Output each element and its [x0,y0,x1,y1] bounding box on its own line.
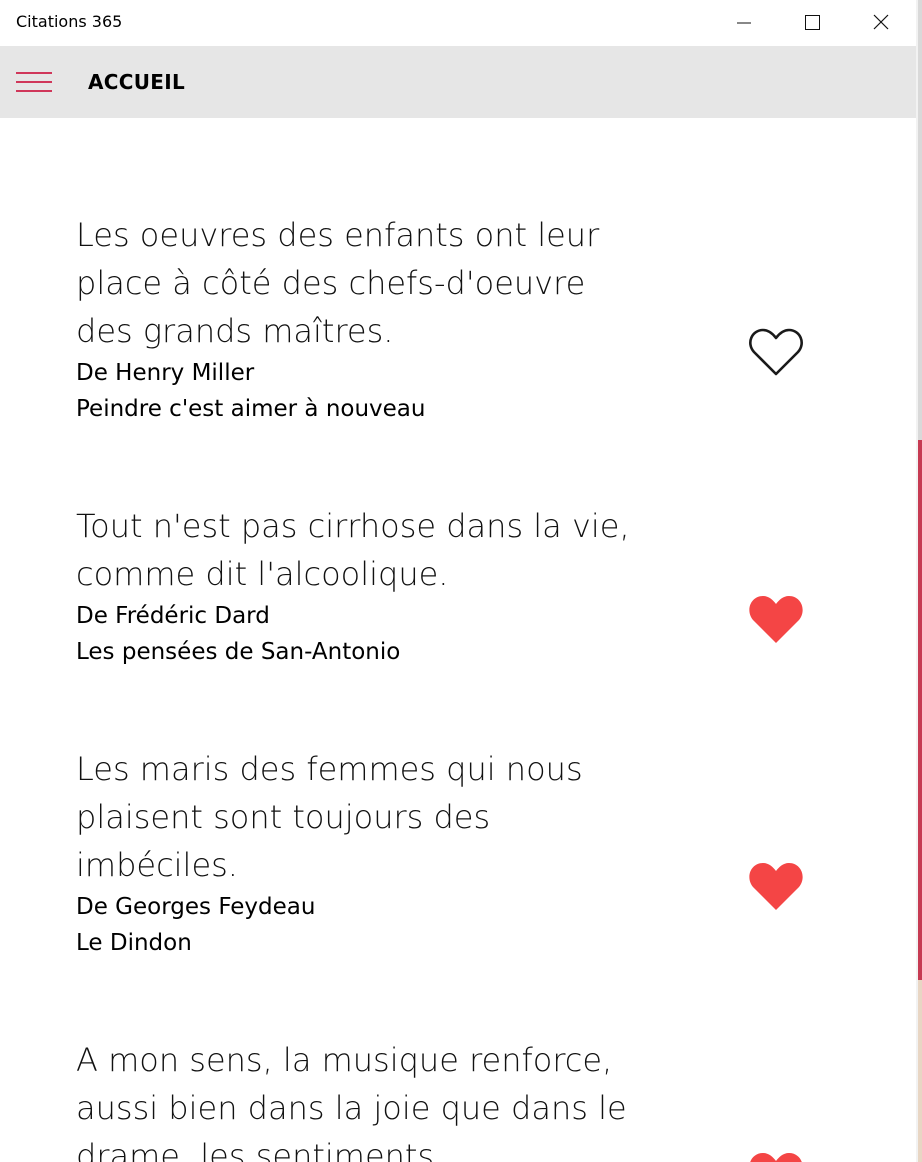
quote-author: De Henry Miller [76,360,255,386]
quote-text: Les maris des femmes qui nous plaisent s… [76,750,583,884]
quote-card: A mon sens, la musique renforce, aussi b… [76,1036,636,1162]
quote-author: De Georges Feydeau [76,894,316,920]
quote-card: Les oeuvres des enfants ont leur place à… [76,211,636,427]
minimize-icon [737,22,751,24]
quote-text: A mon sens, la musique renforce, aussi b… [76,1041,627,1162]
quote-card: Tout n'est pas cirrhose dans la vie, com… [76,502,636,670]
quote-source: Les pensées de San-Antonio [76,639,401,665]
quote-list[interactable]: Les oeuvres des enfants ont leur place à… [0,118,916,1162]
quote-card: Les maris des femmes qui nous plaisent s… [76,745,636,961]
quote-author: De Frédéric Dard [76,603,270,629]
quote-source: Le Dindon [76,930,192,956]
hamburger-menu-button[interactable] [16,72,52,92]
favorite-heart-filled-icon[interactable] [748,595,804,645]
maximize-icon [805,15,820,30]
minimize-button[interactable] [710,0,778,46]
page-title: ACCUEIL [88,70,186,94]
window-title: Citations 365 [16,12,123,31]
close-button[interactable] [846,0,914,46]
hamburger-line [16,81,52,83]
close-icon [873,14,889,30]
quote-text: Tout n'est pas cirrhose dans la vie, com… [76,507,630,593]
favorite-heart-outline-icon[interactable] [748,328,804,378]
favorite-heart-filled-icon[interactable] [748,862,804,912]
quote-text: Les oeuvres des enfants ont leur place à… [76,216,600,350]
title-bar[interactable]: Citations 365 [0,0,916,46]
maximize-button[interactable] [778,0,846,46]
app-header: ACCUEIL [0,46,916,118]
hamburger-line [16,90,52,92]
app-window: Citations 365 ACCUEIL Les oeuvres des en… [0,0,922,1162]
quote-source: Peindre c'est aimer à nouveau [76,396,426,422]
hamburger-line [16,72,52,74]
favorite-heart-filled-icon[interactable] [748,1152,804,1162]
window-edge [916,0,922,1162]
